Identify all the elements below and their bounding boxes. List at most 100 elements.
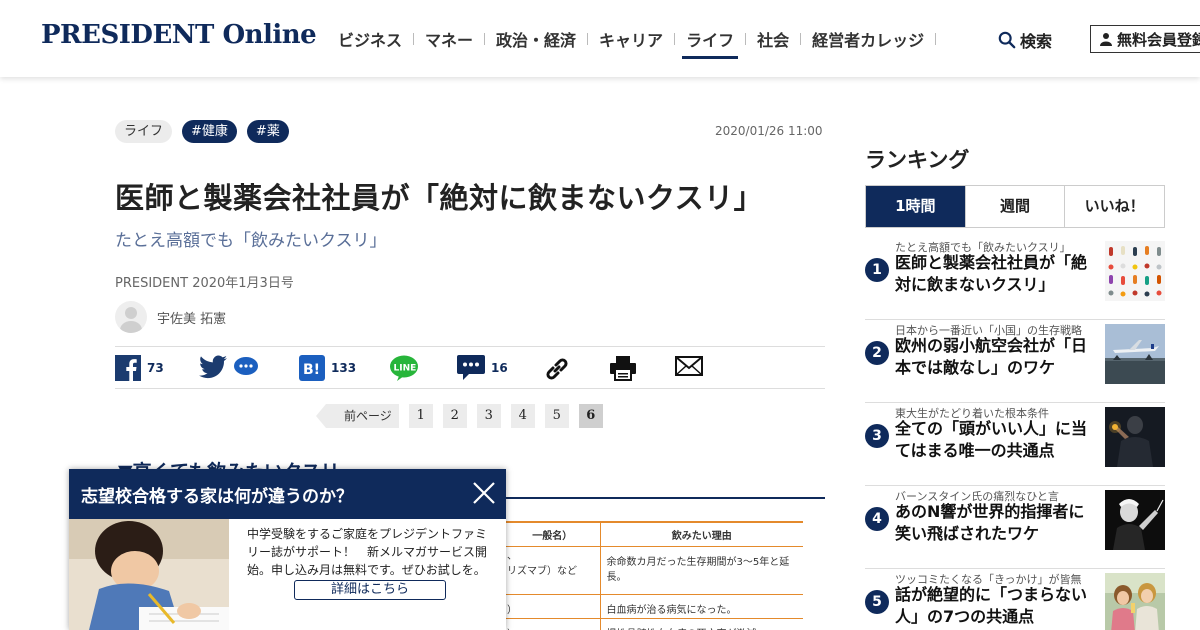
twitter-icon [199, 355, 227, 379]
rank-number: 5 [865, 590, 889, 614]
rank-headline: 医師と製薬会社社員が「絶対に飲まないクスリ」 [895, 253, 1088, 294]
search-button[interactable]: 検索 [998, 28, 1052, 52]
share-hatena[interactable]: B! 133 [299, 355, 356, 381]
rank-headline: 話が絶望的に「つまらない人」の7つの共通点 [895, 585, 1088, 626]
nav-divider [674, 33, 676, 45]
author-name: 宇佐美 拓憲 [157, 311, 227, 327]
pills-thumbnail [1105, 241, 1165, 301]
details-button[interactable]: 詳細はこちら [294, 580, 446, 600]
popup-body: 中学受験をするご家庭をプレジデントファミリー誌がサポート！ 新メルマガサービス開… [247, 527, 488, 577]
table-cell: 、 リズマブ）など [505, 546, 601, 595]
facebook-count: 73 [147, 361, 164, 375]
page-3[interactable]: 3 [476, 404, 501, 428]
table-row: ） 慢性骨髄性白血病の死亡率が激減。 [505, 618, 803, 630]
print-button[interactable] [609, 355, 637, 381]
share-line[interactable]: LINE [389, 355, 419, 381]
share-facebook[interactable]: 73 [115, 355, 164, 381]
nav-divider [745, 33, 747, 45]
rank-headline: あのN響が世界的指揮者に笑い飛ばされたワケ [895, 502, 1085, 543]
share-twitter[interactable] [199, 355, 265, 379]
ranking-item[interactable]: 2 日本から一番近い「小国」の生存戦略 欧州の弱小航空会社が「日本では敵なし」の… [865, 320, 1165, 403]
table-cell: ） [505, 594, 601, 619]
page-1[interactable]: 1 [408, 404, 433, 428]
avatar [115, 301, 147, 333]
prev-page-button[interactable]: 前ページ [316, 404, 399, 428]
nav-item-society[interactable]: 社会 [757, 27, 789, 51]
nav-item-money[interactable]: マネー [425, 27, 473, 51]
article-source: PRESIDENT 2020年1月3日号 [115, 276, 294, 291]
rank-number: 4 [865, 507, 889, 531]
link-icon [546, 358, 568, 380]
rank-headline: 全ての「頭がいい人」に当てはまる唯一の共通点 [895, 419, 1088, 460]
article-subtitle: たとえ高額でも「飲みたいクスリ」 [115, 231, 387, 251]
share-email[interactable] [675, 355, 703, 377]
nav-item-executive-college[interactable]: 経営者カレッジ [812, 27, 924, 51]
rank-number: 3 [865, 424, 889, 448]
ranking-item[interactable]: 3 東大生がたどり着いた根本条件 全ての「頭がいい人」に当てはまる唯一の共通点 [865, 403, 1165, 486]
share-copy-link[interactable] [543, 355, 571, 383]
rank-headline: 欧州の弱小航空会社が「日本では敵なし」のワケ [895, 336, 1088, 377]
nav-item-career[interactable]: キャリア [599, 27, 663, 51]
close-icon[interactable] [470, 479, 498, 507]
user-icon [1100, 33, 1112, 46]
nav-divider [413, 33, 415, 45]
ranking-list: 1 たとえ高額でも「飲みたいクスリ」 医師と製薬会社社員が「絶対に飲まないクスリ… [865, 237, 1165, 630]
nav-divider [484, 33, 486, 45]
article-title: 医師と製薬会社社員が「絶対に飲まないクスリ」 [115, 181, 764, 215]
airplane-thumbnail [1105, 324, 1165, 384]
print-icon [610, 356, 636, 381]
tag-category[interactable]: ライフ [115, 120, 173, 143]
facebook-icon [115, 355, 141, 381]
popup-title: 志望校合格する家は何が違うのか？ [81, 486, 353, 507]
nav-item-politics-economy[interactable]: 政治・経済 [496, 27, 576, 51]
search-icon [998, 31, 1016, 49]
ranking-item[interactable]: 4 バーンスタイン氏の痛烈なひと言 あのN響が世界的指揮者に笑い飛ばされたワケ [865, 486, 1165, 569]
table-cell: 慢性骨髄性白血病の死亡率が激減。 [600, 618, 803, 630]
svg-text:B!: B! [303, 362, 320, 378]
share-comment[interactable]: 16 [457, 355, 508, 381]
table-cell: 白血病が治る病気になった。 [600, 594, 803, 619]
tab-likes[interactable]: いいね！ [1064, 186, 1164, 227]
ranking-title: ランキング [865, 148, 970, 172]
author[interactable]: 宇佐美 拓憲 [115, 301, 226, 333]
page-6-current: 6 [578, 404, 603, 428]
pagination: 前ページ 1 2 3 4 5 6 [316, 404, 603, 428]
table-header-cell: 飲みたい理由 [600, 521, 803, 547]
rank-number: 2 [865, 341, 889, 365]
reply-bubble-icon [234, 357, 258, 375]
tag-medicine[interactable]: #薬 [246, 120, 289, 143]
newsletter-popup: 志望校合格する家は何が違うのか？ 中学受験をするご家庭をプレジデントファミリー誌… [69, 469, 506, 630]
table-cell: 余命数カ月だった生存期間が3～5年と延長。 [600, 546, 803, 595]
tab-weekly[interactable]: 週間 [964, 186, 1065, 227]
article-tags: ライフ #健康 #薬 [115, 120, 289, 143]
nav-divider [587, 33, 589, 45]
page-4[interactable]: 4 [510, 404, 535, 428]
comment-icon [457, 355, 485, 380]
studying-child-image [69, 519, 229, 630]
nav-item-life[interactable]: ライフ [682, 27, 739, 59]
member-register-button[interactable]: 無料会員登録 [1090, 25, 1200, 53]
thinking-person-thumbnail [1105, 407, 1165, 467]
svg-text:LINE: LINE [394, 364, 417, 374]
site-logo[interactable]: PRESIDENT Online [41, 20, 317, 50]
table-row: 、 リズマブ）など 余命数カ月だった生存期間が3～5年と延長。 [505, 546, 803, 595]
ranking-item[interactable]: 5 ツッコミたくなる「きっかけ」が皆無 話が絶望的に「つまらない人」の7つの共通… [865, 569, 1165, 630]
nav-item-business[interactable]: ビジネス [338, 27, 402, 51]
search-label: 検索 [1020, 32, 1053, 51]
section-divider [505, 497, 825, 499]
rank-number: 1 [865, 258, 889, 282]
nav-divider [800, 33, 802, 45]
page-2[interactable]: 2 [442, 404, 467, 428]
ranking-item[interactable]: 1 たとえ高額でも「飲みたいクスリ」 医師と製薬会社社員が「絶対に飲まないクスリ… [865, 237, 1165, 320]
member-register-label: 無料会員登録 [1117, 30, 1200, 49]
mail-icon [675, 356, 703, 376]
site-header: PRESIDENT Online ビジネス マネー 政治・経済 キャリア ライフ… [0, 0, 1200, 77]
laughing-women-thumbnail [1105, 573, 1165, 630]
tab-1-hour[interactable]: 1時間 [866, 186, 965, 227]
hatena-count: 133 [331, 361, 357, 375]
popup-header: 志望校合格する家は何が違うのか？ [69, 469, 506, 519]
main-nav: ビジネス マネー 政治・経済 キャリア ライフ 社会 経営者カレッジ [338, 26, 947, 59]
table-header-cell: 一般名） [505, 521, 601, 547]
page-5[interactable]: 5 [544, 404, 569, 428]
tag-health[interactable]: #健康 [182, 120, 237, 143]
